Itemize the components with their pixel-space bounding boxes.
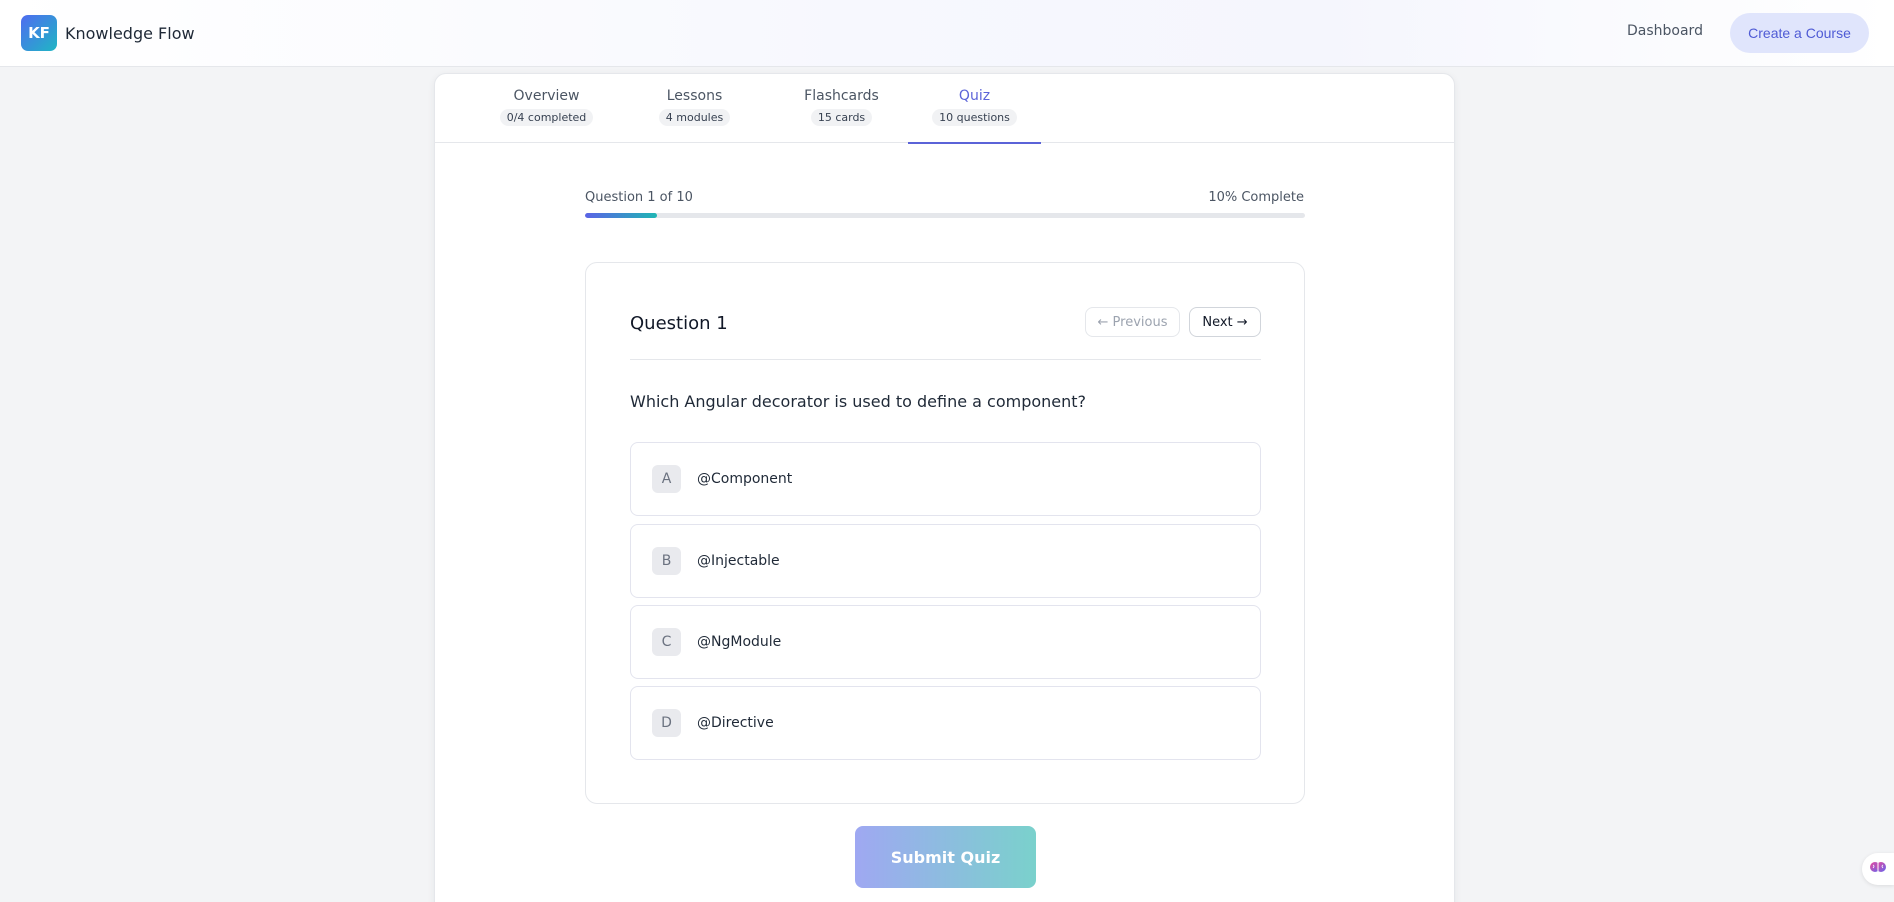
option-letter: A [652, 465, 681, 493]
question-text: Which Angular decorator is used to defin… [630, 392, 1087, 411]
tab-label: Overview [513, 88, 580, 104]
brand[interactable]: KF Knowledge Flow [21, 15, 195, 51]
question-title: Question 1 [630, 313, 728, 334]
brain-icon [1869, 858, 1887, 880]
next-button[interactable]: Next → [1189, 307, 1261, 337]
progress-percent-label: 10% Complete [1208, 190, 1304, 205]
option-letter: B [652, 547, 681, 575]
tab-badge: 4 modules [658, 109, 731, 126]
divider [630, 359, 1261, 360]
tab-flashcards[interactable]: Flashcards 15 cards [775, 74, 908, 143]
question-panel: Question 1 ← Previous Next → Which Angul… [585, 262, 1305, 804]
course-card: Overview 0/4 completed Lessons 4 modules… [434, 73, 1455, 902]
progress-fill [585, 213, 657, 218]
app-name: Knowledge Flow [65, 23, 195, 43]
tab-badge: 15 cards [810, 109, 873, 126]
option-text: @NgModule [697, 634, 782, 650]
top-navbar: KF Knowledge Flow Dashboard Create a Cou… [0, 0, 1894, 67]
brand-logo: KF [21, 15, 57, 51]
option-text: @Component [697, 471, 793, 487]
tab-label: Flashcards [804, 88, 879, 104]
tab-label: Lessons [666, 88, 723, 104]
tab-lessons[interactable]: Lessons 4 modules [628, 74, 761, 143]
floating-assistant-button[interactable] [1862, 853, 1894, 885]
tab-overview[interactable]: Overview 0/4 completed [480, 74, 613, 143]
answer-option-c[interactable]: C @NgModule [630, 605, 1261, 679]
answer-option-d[interactable]: D @Directive [630, 686, 1261, 760]
option-text: @Directive [697, 715, 774, 731]
option-text: @Injectable [697, 553, 780, 569]
submit-quiz-button[interactable]: Submit Quiz [855, 826, 1036, 888]
answer-option-a[interactable]: A @Component [630, 442, 1261, 516]
nav-dashboard-link[interactable]: Dashboard [1627, 23, 1703, 39]
answer-option-b[interactable]: B @Injectable [630, 524, 1261, 598]
progress-label: Question 1 of 10 [585, 190, 693, 205]
tab-badge: 10 questions [932, 109, 1017, 126]
tab-badge: 0/4 completed [499, 109, 594, 126]
previous-button[interactable]: ← Previous [1085, 307, 1180, 337]
course-tabs: Overview 0/4 completed Lessons 4 modules… [435, 74, 1454, 144]
option-letter: C [652, 628, 681, 656]
tab-quiz[interactable]: Quiz 10 questions [908, 74, 1041, 144]
tab-label: Quiz [958, 88, 991, 104]
create-course-button[interactable]: Create a Course [1730, 13, 1869, 53]
progress-bar [585, 213, 1305, 218]
option-letter: D [652, 709, 681, 737]
